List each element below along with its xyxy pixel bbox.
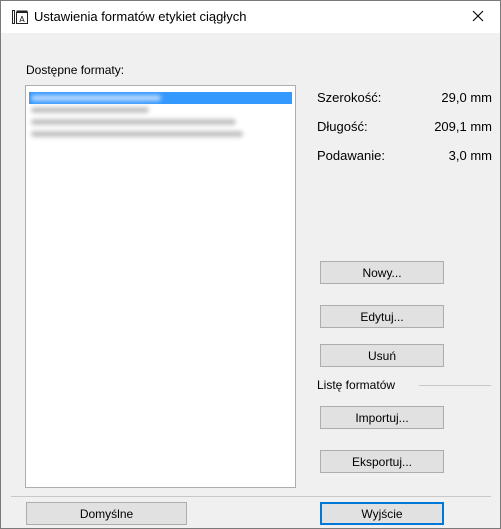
list-item-label-obscured	[31, 95, 161, 101]
svg-text:A: A	[19, 15, 25, 24]
width-value: 29,0 mm	[441, 90, 492, 105]
width-label: Szerokość:	[317, 90, 382, 105]
formats-list-label: Dostępne formaty:	[26, 63, 125, 77]
default-button[interactable]: Domyślne	[26, 502, 187, 525]
window-title: Ustawienia formatów etykiet ciągłych	[34, 9, 247, 24]
label-format-icon: A	[12, 10, 28, 24]
bottom-separator	[11, 496, 491, 497]
export-button[interactable]: Eksportuj...	[320, 450, 444, 473]
length-label: Długość:	[317, 119, 368, 134]
list-item-label-obscured	[31, 131, 243, 137]
list-item[interactable]	[29, 104, 292, 116]
dialog-window: A Ustawienia formatów etykiet ciągłych D…	[0, 0, 501, 529]
delete-button[interactable]: Usuń	[320, 344, 444, 367]
group-divider	[419, 385, 491, 386]
edit-button[interactable]: Edytuj...	[320, 305, 444, 328]
formats-listbox[interactable]	[25, 85, 296, 488]
list-item-label-obscured	[31, 107, 149, 113]
exit-button[interactable]: Wyjście	[320, 502, 444, 525]
list-item-label-obscured	[31, 119, 236, 125]
feed-label: Podawanie:	[317, 148, 385, 163]
import-button[interactable]: Importuj...	[320, 406, 444, 429]
length-value: 209,1 mm	[434, 119, 492, 134]
close-icon	[472, 10, 484, 25]
close-button[interactable]	[456, 1, 500, 33]
title-bar: A Ustawienia formatów etykiet ciągłych	[1, 1, 500, 33]
feed-value: 3,0 mm	[448, 148, 492, 163]
list-item[interactable]	[29, 128, 292, 140]
formats-group-label: Listę formatów	[317, 378, 396, 392]
list-item[interactable]	[29, 92, 292, 104]
new-button[interactable]: Nowy...	[320, 261, 444, 284]
list-item[interactable]	[29, 116, 292, 128]
